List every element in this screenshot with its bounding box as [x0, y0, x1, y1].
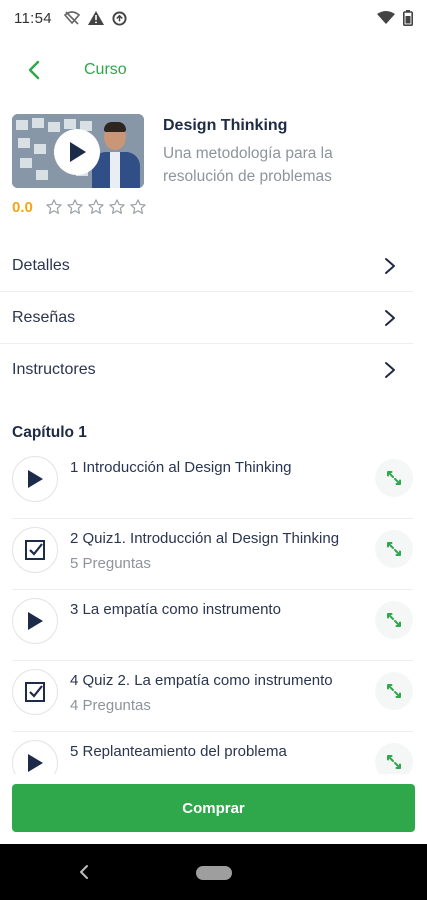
expand-button[interactable]	[375, 601, 413, 639]
app-header: Curso	[0, 48, 427, 92]
lesson-type-icon	[12, 598, 58, 644]
lesson-title: 4 Quiz 2. La empatía como instrumento	[70, 672, 333, 689]
expand-button[interactable]	[375, 743, 413, 774]
menu-item-detalles[interactable]: Detalles	[0, 240, 413, 292]
battery-icon	[403, 10, 413, 26]
status-time: 11:54	[14, 9, 52, 27]
rating-row: 0.0	[12, 198, 147, 216]
thumbnail-person-shirt	[110, 152, 120, 188]
menu-item-label: Reseñas	[12, 308, 76, 326]
chevron-right-icon	[379, 359, 401, 381]
chevron-right-icon	[379, 307, 401, 329]
course-summary: Design Thinking Una metodología para la …	[12, 112, 412, 222]
rating-value: 0.0	[12, 198, 33, 216]
signal-icon	[377, 11, 395, 24]
chapter-title: Capítulo 1	[12, 424, 87, 441]
expand-icon	[387, 755, 401, 769]
lesson-title: 1 Introducción al Design Thinking	[70, 459, 292, 476]
data-saver-icon	[112, 10, 127, 26]
thumbnail-note	[20, 158, 32, 168]
chevron-left-icon	[80, 865, 88, 879]
back-button[interactable]	[12, 48, 56, 92]
expand-button[interactable]	[375, 459, 413, 497]
wifi-off-icon	[63, 11, 80, 25]
lesson-title: 5 Replanteamiento del problema	[70, 743, 287, 760]
star-icon	[130, 199, 146, 214]
list-item[interactable]: 4 Quiz 2. La empatía como instrumento 4 …	[12, 661, 413, 732]
status-bar: 11:54	[0, 0, 427, 36]
star-icon	[88, 199, 104, 214]
thumbnail-note	[36, 170, 48, 180]
buy-button-label: Comprar	[182, 799, 245, 817]
thumbnail-note	[16, 120, 28, 130]
menu-item-resenas[interactable]: Reseñas	[0, 292, 413, 344]
lesson-type-icon	[12, 740, 58, 774]
system-nav-bar	[0, 844, 427, 900]
nav-home-pill[interactable]	[196, 866, 232, 880]
star-icon	[67, 199, 83, 214]
menu-item-instructores[interactable]: Instructores	[0, 344, 413, 396]
expand-button[interactable]	[375, 672, 413, 710]
lesson-list: 1 Introducción al Design Thinking 2 Quiz…	[0, 448, 427, 774]
expand-button[interactable]	[375, 530, 413, 568]
list-item[interactable]: 3 La empatía como instrumento	[12, 590, 413, 661]
play-icon	[28, 612, 43, 630]
thumbnail-note	[18, 138, 30, 148]
play-icon	[28, 754, 43, 772]
checkbox-icon	[25, 682, 45, 702]
thumbnail-note	[32, 118, 44, 128]
star-icon	[46, 199, 62, 214]
play-icon	[28, 470, 43, 488]
menu-item-label: Instructores	[12, 361, 96, 378]
expand-icon	[387, 684, 401, 698]
checkbox-icon	[25, 540, 45, 560]
chevron-right-icon	[379, 255, 401, 277]
list-item[interactable]: 5 Replanteamiento del problema	[12, 732, 413, 774]
expand-icon	[387, 613, 401, 627]
thumbnail-note	[48, 122, 60, 132]
play-icon	[70, 142, 86, 162]
buy-button[interactable]: Comprar	[12, 784, 415, 832]
play-video-button[interactable]	[54, 129, 100, 175]
page-title: Curso	[84, 61, 127, 78]
expand-icon	[387, 471, 401, 485]
course-title: Design Thinking	[163, 117, 288, 134]
lesson-subtitle: 4 Preguntas	[70, 697, 151, 714]
chevron-left-icon	[28, 60, 40, 80]
rating-stars	[45, 198, 147, 216]
lesson-subtitle: 5 Preguntas	[70, 555, 151, 572]
lesson-title: 2 Quiz1. Introducción al Design Thinking	[70, 530, 340, 547]
lesson-type-icon	[12, 456, 58, 502]
list-item[interactable]: 1 Introducción al Design Thinking	[12, 448, 413, 519]
thumbnail-note	[64, 119, 76, 129]
menu-item-label: Detalles	[12, 256, 70, 274]
star-icon	[109, 199, 125, 214]
course-subtitle: Una metodología para la resolución de pr…	[163, 145, 333, 185]
nav-back-button[interactable]	[74, 860, 94, 884]
course-menu: Detalles Reseñas Instructores	[0, 240, 427, 396]
lesson-title: 3 La empatía como instrumento	[70, 601, 281, 618]
list-item[interactable]: 2 Quiz1. Introducción al Design Thinking…	[12, 519, 413, 590]
thumbnail-note	[34, 144, 46, 154]
thumbnail-person-hair	[104, 122, 126, 132]
expand-icon	[387, 542, 401, 556]
status-icons-right	[377, 10, 413, 26]
status-icons-left	[63, 10, 127, 26]
alert-icon	[87, 11, 104, 25]
lesson-type-icon	[12, 527, 58, 573]
course-thumbnail[interactable]	[12, 114, 144, 188]
lesson-type-icon	[12, 669, 58, 715]
